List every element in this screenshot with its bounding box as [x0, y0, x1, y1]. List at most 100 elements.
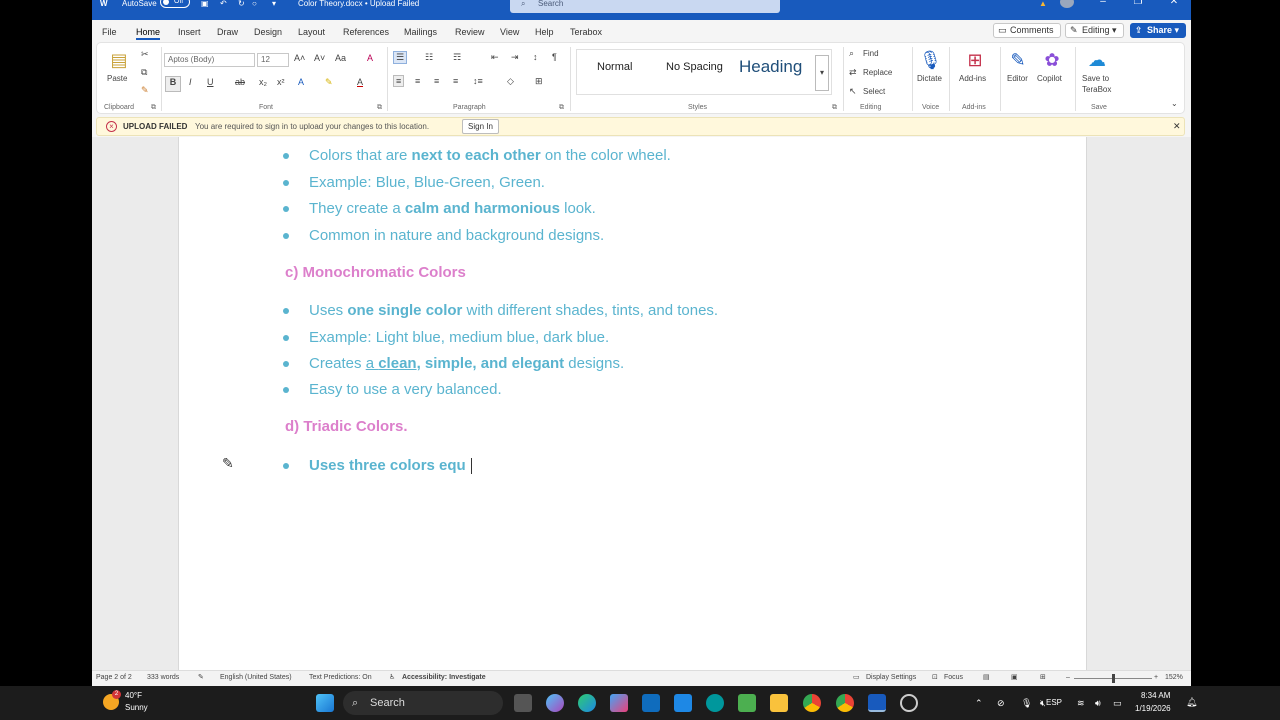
format-painter-icon[interactable]: ✎ — [141, 85, 149, 96]
file-explorer-icon[interactable] — [770, 694, 788, 712]
battery-icon[interactable]: ▭ — [1113, 698, 1122, 709]
chrome-profile-icon[interactable] — [836, 694, 854, 712]
avatar[interactable] — [1060, 0, 1074, 8]
select-icon[interactable]: ↖ — [849, 86, 857, 97]
align-center-icon[interactable]: ≡ — [415, 76, 420, 86]
list-item[interactable]: Creates a clean, simple, and elegant des… — [282, 355, 624, 372]
wifi-icon[interactable]: ≋ — [1077, 698, 1085, 709]
accessibility-status[interactable]: Accessibility: Investigate — [402, 671, 486, 685]
shrink-font-icon[interactable]: A˅ — [314, 53, 325, 63]
find-label[interactable]: Find — [863, 49, 879, 58]
redo-icon[interactable]: ↻ — [238, 0, 245, 8]
change-case-icon[interactable]: Aa — [335, 53, 346, 63]
tab-file[interactable]: File — [102, 26, 117, 40]
word-count[interactable]: 333 words — [147, 671, 179, 685]
tab-insert[interactable]: Insert — [178, 26, 201, 40]
tab-view[interactable]: View — [500, 26, 519, 40]
replace-label[interactable]: Replace — [863, 68, 892, 77]
recorder-icon[interactable] — [900, 694, 918, 712]
clock-date[interactable]: 1/19/2026 — [1135, 704, 1171, 713]
web-layout-icon[interactable]: ⊞ — [1040, 671, 1046, 685]
read-mode-icon[interactable]: ▤ — [983, 671, 990, 685]
list-item[interactable]: Uses three colors equ — [283, 457, 472, 475]
font-size-box[interactable]: 12 — [257, 53, 289, 67]
text-predictions[interactable]: Text Predictions: On — [309, 671, 372, 685]
subscript-icon[interactable]: x₂ — [259, 77, 267, 87]
heading-monochromatic[interactable]: c) Monochromatic Colors — [285, 264, 466, 281]
search-box[interactable]: ⌕ Search — [510, 0, 780, 13]
tab-draw[interactable]: Draw — [217, 26, 238, 40]
save-icon[interactable]: ▣ — [201, 0, 209, 8]
taskbar-search[interactable]: ⌕ Search — [343, 691, 503, 715]
warning-icon[interactable]: ▲ — [1039, 0, 1047, 8]
restore-button[interactable]: ❐ — [1132, 0, 1144, 9]
zoom-slider-thumb[interactable] — [1112, 674, 1115, 683]
cut-icon[interactable]: ✂ — [141, 49, 149, 60]
tab-design[interactable]: Design — [254, 26, 282, 40]
copilot-app-icon[interactable] — [610, 694, 628, 712]
shading-icon[interactable]: ◇ — [507, 76, 514, 87]
clock-time[interactable]: 8:34 AM — [1141, 691, 1170, 700]
weather-desc[interactable]: Sunny — [125, 703, 148, 712]
addins-label[interactable]: Add-ins — [959, 74, 986, 83]
editor-label[interactable]: Editor — [1007, 74, 1028, 83]
justify-icon[interactable]: ≡ — [453, 76, 458, 86]
customize-qat-icon[interactable]: ▾ — [272, 0, 276, 8]
sign-in-button[interactable]: Sign In — [462, 119, 499, 134]
document-canvas[interactable]: Colors that are next to each other on th… — [92, 137, 1191, 670]
grow-font-icon[interactable]: A˄ — [294, 53, 305, 63]
highlight-icon[interactable]: ✎ — [325, 77, 333, 88]
underline-icon[interactable]: U — [207, 77, 214, 87]
font-launcher-icon[interactable]: ⧉ — [377, 104, 382, 112]
select-label[interactable]: Select — [863, 87, 885, 96]
input-language[interactable]: ESP — [1046, 698, 1062, 707]
undo-icon[interactable]: ↶ — [220, 0, 227, 8]
minecraft-icon[interactable] — [738, 694, 756, 712]
borders-icon[interactable]: ⊞ — [535, 76, 543, 87]
copilot-taskbar-icon[interactable] — [546, 694, 564, 712]
tab-mailings[interactable]: Mailings — [404, 26, 437, 40]
list-item[interactable]: Colors that are next to each other on th… — [283, 147, 671, 164]
tab-home[interactable]: Home — [136, 26, 161, 40]
decrease-indent-icon[interactable]: ⇤ — [491, 52, 499, 63]
word-taskbar-icon[interactable] — [868, 694, 886, 712]
text-effects-icon[interactable]: A — [298, 77, 304, 87]
superscript-icon[interactable]: x² — [277, 77, 285, 87]
list-item[interactable]: Uses one single color with different sha… — [282, 302, 718, 319]
focus-mode[interactable]: Focus — [944, 671, 963, 685]
list-item[interactable]: Easy to use a very balanced. — [283, 381, 502, 398]
zoom-in-icon[interactable]: + — [1154, 671, 1158, 685]
list-item[interactable]: They create a calm and harmonious look. — [283, 200, 596, 217]
arduino-icon[interactable] — [706, 694, 724, 712]
minimize-button[interactable]: – — [1097, 0, 1109, 9]
addins-icon[interactable]: ⊞ — [964, 49, 986, 71]
collapse-ribbon-icon[interactable]: ⌄ — [1171, 99, 1178, 108]
notification-bell-icon[interactable]: 🔔︎ — [1186, 697, 1197, 708]
tab-review[interactable]: Review — [455, 26, 485, 40]
find-icon[interactable]: ⌕ — [849, 48, 854, 59]
language[interactable]: English (United States) — [220, 671, 292, 685]
style-normal[interactable]: Normal — [597, 61, 632, 73]
tab-layout[interactable]: Layout — [298, 26, 325, 40]
paragraph-launcher-icon[interactable]: ⧉ — [559, 104, 564, 112]
copy-icon[interactable]: ⧉ — [141, 67, 147, 78]
sort-icon[interactable]: ↕ — [533, 52, 538, 62]
tab-terabox[interactable]: Terabox — [570, 26, 602, 40]
show-marks-icon[interactable]: ¶ — [552, 52, 557, 62]
heading-triadic[interactable]: d) Triadic Colors. — [285, 418, 408, 435]
microphone-icon[interactable]: 🎙︎ — [919, 49, 942, 71]
list-item[interactable]: Common in nature and background designs. — [282, 227, 604, 244]
strikethrough-icon[interactable]: ab — [235, 77, 245, 87]
increase-indent-icon[interactable]: ⇥ — [511, 52, 519, 63]
paste-icon[interactable]: ▤ — [108, 49, 130, 71]
style-no-spacing[interactable]: No Spacing — [666, 61, 723, 73]
paste-label[interactable]: Paste — [107, 74, 127, 83]
align-left-icon[interactable]: ≡ — [393, 75, 405, 87]
comments-button[interactable]: ▭ Comments — [993, 23, 1061, 38]
cloud-icon[interactable]: ☁ — [1086, 49, 1108, 71]
circle-icon[interactable]: ○ — [252, 0, 257, 8]
font-color-icon[interactable]: A — [357, 77, 363, 87]
editor-icon[interactable]: ✎ — [1007, 49, 1029, 71]
tab-references[interactable]: References — [343, 26, 389, 40]
task-view-icon[interactable] — [514, 694, 532, 712]
